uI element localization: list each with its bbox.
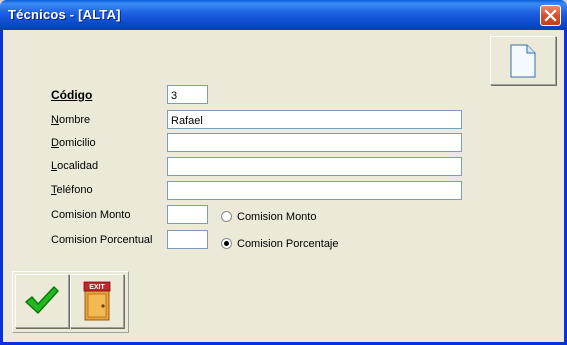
comision-porcentaje-radio[interactable]: [221, 238, 232, 249]
nombre-field[interactable]: [167, 110, 462, 129]
exit-door-icon: EXIT: [83, 281, 111, 321]
close-button[interactable]: [540, 5, 561, 26]
localidad-label: Localidad: [51, 160, 99, 172]
document-icon: [510, 44, 536, 78]
comision-porcentual-label: Comision Porcentual: [51, 234, 153, 246]
nombre-label: Nombre: [51, 114, 91, 126]
telefono-label: Teléfono: [51, 184, 93, 196]
window-title: Técnicos - [ALTA]: [8, 7, 121, 22]
codigo-field[interactable]: [167, 85, 208, 104]
localidad-field[interactable]: [167, 157, 462, 176]
comision-monto-field[interactable]: [167, 205, 208, 224]
exit-sign-text: EXIT: [89, 284, 105, 291]
dialog-body: Código Nombre Domicilio Localidad Teléfo…: [3, 30, 564, 342]
comision-porcentual-field[interactable]: [167, 230, 208, 249]
checkmark-icon: [25, 286, 59, 314]
codigo-label: Código: [51, 88, 93, 102]
comision-monto-radio[interactable]: [221, 211, 232, 222]
comision-monto-label: Comision Monto: [51, 209, 131, 221]
domicilio-field[interactable]: [167, 133, 462, 152]
domicilio-label: Domicilio: [51, 137, 96, 149]
title-bar[interactable]: Técnicos - [ALTA]: [0, 0, 567, 30]
accept-button[interactable]: [15, 274, 69, 328]
close-icon: [544, 9, 557, 22]
dialog-window: Técnicos - [ALTA] Código Nombre Domicili…: [0, 0, 567, 345]
comision-monto-radio-label[interactable]: Comision Monto: [237, 211, 316, 223]
new-document-button[interactable]: [490, 36, 556, 85]
comision-porcentaje-radio-label[interactable]: Comision Porcentaje: [237, 238, 339, 250]
telefono-field[interactable]: [167, 181, 462, 200]
exit-button[interactable]: EXIT: [70, 274, 124, 328]
